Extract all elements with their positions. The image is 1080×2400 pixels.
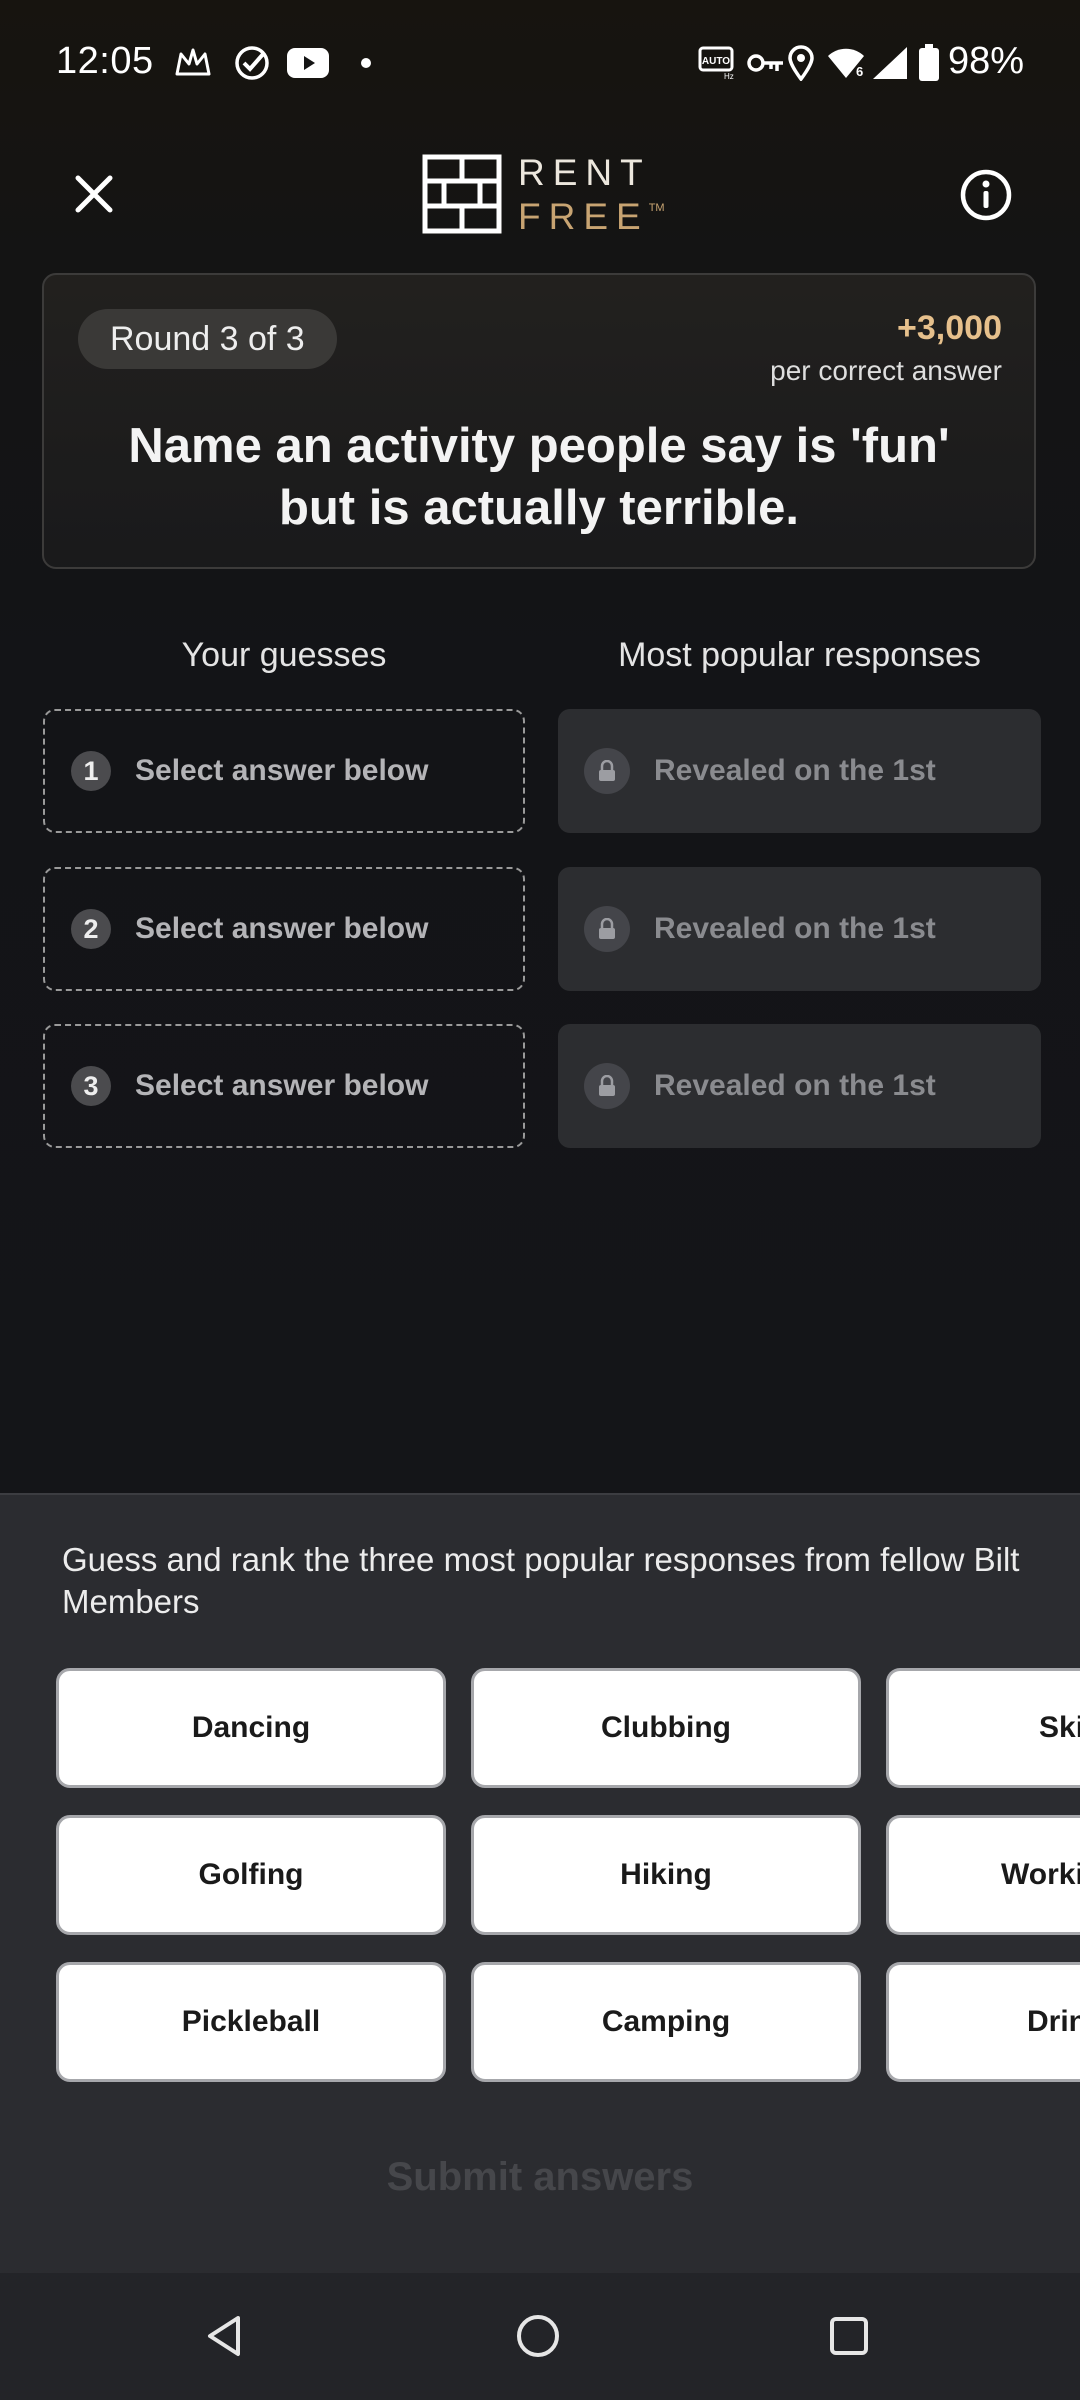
info-button[interactable]	[959, 168, 1013, 222]
option-camping[interactable]: Camping	[471, 1962, 861, 2082]
option-drinking[interactable]: Drin	[886, 1962, 1080, 2082]
option-dancing[interactable]: Dancing	[56, 1668, 446, 1788]
popular-response-2: Revealed on the 1st	[558, 867, 1041, 991]
question-text: Name an activity people say is 'fun' but…	[128, 419, 950, 535]
option-clubbing[interactable]: Clubbing	[471, 1668, 861, 1788]
svg-text:6: 6	[856, 64, 863, 79]
wifi-icon: 6	[826, 44, 866, 82]
crown-icon	[172, 44, 214, 82]
slot-placeholder: Select answer below	[135, 1069, 429, 1102]
option-golfing[interactable]: Golfing	[56, 1815, 446, 1935]
youtube-icon	[286, 44, 330, 82]
answer-sheet: Guess and rank the three most popular re…	[0, 1493, 1080, 2275]
guesses-header: Your guesses	[181, 636, 387, 674]
lock-icon	[584, 1063, 630, 1109]
logo-free-text: FREETM	[518, 196, 665, 238]
option-ski[interactable]: Ski	[886, 1668, 1080, 1788]
popular-response-3: Revealed on the 1st	[558, 1024, 1041, 1148]
logo-tm: TM	[648, 202, 665, 214]
slot-placeholder: Select answer below	[135, 754, 429, 787]
svg-text:Hz: Hz	[724, 72, 734, 80]
close-icon	[75, 175, 113, 213]
location-icon	[786, 44, 816, 82]
guess-slot-1[interactable]: 1 Select answer below	[43, 709, 525, 833]
points-value: +3,000	[897, 309, 1002, 347]
home-nav-button[interactable]	[513, 2311, 563, 2361]
lock-icon	[584, 906, 630, 952]
check-circle-icon	[232, 44, 272, 82]
guess-slot-3[interactable]: 3 Select answer below	[43, 1024, 525, 1148]
option-hiking[interactable]: Hiking	[471, 1815, 861, 1935]
home-circle-icon	[517, 2315, 559, 2357]
slot-number: 3	[71, 1066, 111, 1106]
status-time: 12:05	[56, 40, 154, 82]
round-badge: Round 3 of 3	[78, 309, 337, 369]
option-working[interactable]: Workin	[886, 1815, 1080, 1935]
reveal-text: Revealed on the 1st	[654, 1069, 936, 1102]
slot-number: 1	[71, 751, 111, 791]
brick-wall-icon	[422, 154, 502, 234]
key-icon	[746, 44, 786, 82]
popular-responses-header: Most popular responses	[618, 636, 981, 674]
auto-hz-icon: AUTO Hz	[697, 44, 735, 82]
guess-slot-2[interactable]: 2 Select answer below	[43, 867, 525, 991]
dot-icon	[358, 44, 374, 82]
question-card: Round 3 of 3 +3,000 per correct answer N…	[42, 273, 1036, 569]
slot-number: 2	[71, 909, 111, 949]
close-button[interactable]	[70, 170, 118, 218]
signal-icon	[870, 44, 910, 82]
status-bar: 12:05 AUTO Hz 6 98%	[0, 0, 1080, 128]
points-caption: per correct answer	[770, 355, 1002, 386]
back-triangle-icon	[208, 2316, 240, 2356]
recents-nav-button[interactable]	[824, 2311, 874, 2361]
info-icon	[960, 169, 1012, 221]
svg-text:AUTO: AUTO	[702, 56, 730, 67]
system-nav-bar	[0, 2273, 1080, 2400]
recents-square-icon	[830, 2317, 868, 2355]
reveal-text: Revealed on the 1st	[654, 754, 936, 787]
slot-placeholder: Select answer below	[135, 912, 429, 945]
logo-free-word: FREE	[518, 196, 649, 237]
logo-rent-text: RENT	[518, 152, 651, 193]
option-pickleball[interactable]: Pickleball	[56, 1962, 446, 2082]
instructions-text: Guess and rank the three most popular re…	[62, 1541, 1020, 1620]
rent-free-logo: RENT FREETM	[422, 152, 665, 238]
battery-percent: 98%	[948, 40, 1025, 82]
back-nav-button[interactable]	[200, 2311, 250, 2361]
submit-answers-button[interactable]: Submit answers	[0, 2155, 1080, 2200]
lock-icon	[584, 748, 630, 794]
battery-icon	[916, 44, 942, 82]
popular-response-1: Revealed on the 1st	[558, 709, 1041, 833]
reveal-text: Revealed on the 1st	[654, 912, 936, 945]
